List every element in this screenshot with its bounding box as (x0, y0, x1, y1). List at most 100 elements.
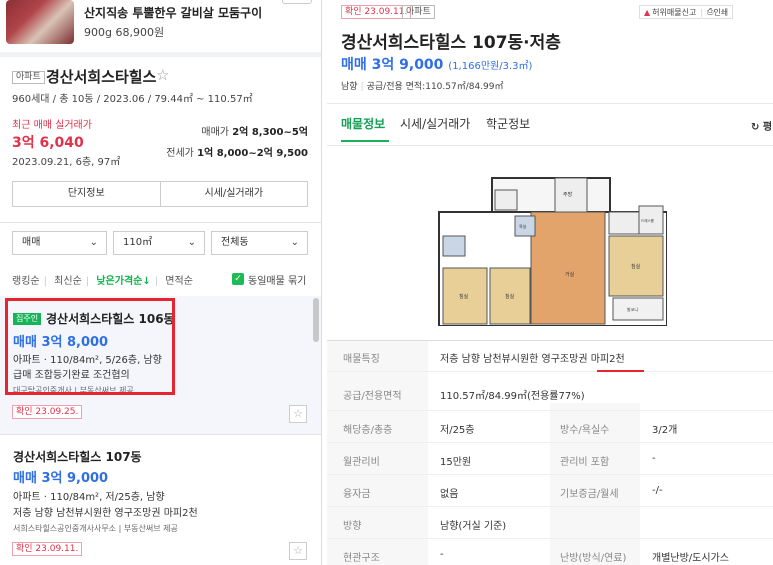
property-row: 해당층/총층 저/25층 방수/욕실수 3/2개 (327, 411, 773, 443)
area-label: 공급/전용면적 (343, 391, 402, 402)
refresh-icon: ↻ (751, 122, 763, 133)
refresh-control[interactable]: ↻ 평 (751, 118, 772, 133)
area-value: 110㎡ (123, 237, 153, 248)
apartment-tag: 아파트 (12, 71, 45, 84)
scrollbar[interactable] (313, 298, 319, 342)
ad-banner[interactable]: 산지직송 투뿔한우 갈비살 모둠구이 900g 68,900원 (0, 0, 321, 50)
area-value: 110.57㎡/84.99㎡(전용률77%) (440, 391, 585, 402)
siren-icon: ▲ (644, 7, 651, 17)
detail-meta: 남향 | 공급/전용 면적:110.57㎡/84.99㎡ (341, 82, 504, 92)
deal-label: 매매가 (201, 127, 229, 138)
print-button[interactable]: 인쇄 (713, 7, 728, 18)
property-row: 공급/전용면적 110.57㎡/84.99㎡(전용률77%) (327, 379, 773, 411)
mgmt-fee-value: 15만원 (440, 457, 472, 468)
building-value: 전체동 (221, 237, 249, 248)
area-select[interactable]: 110㎡ ⌄ (113, 231, 205, 255)
mgmt-incl-label: 관리비 포함 (560, 457, 610, 468)
property-row: 현관구조 - 난방(방식/연료) 개별난방/도시가스 (327, 539, 773, 565)
direction-value: 남향(거실 기준) (440, 521, 507, 532)
floor-value: 저/25층 (440, 425, 475, 436)
sort-ranking[interactable]: 랭킹순 (12, 276, 40, 287)
feature-label: 매물특징 (343, 354, 380, 365)
entry-label: 현관구조 (343, 553, 380, 564)
apartment-tag: 아파트 (402, 5, 435, 19)
deal-range-value: 2억 8,300~5억 (232, 127, 308, 138)
detail-title: 경산서희스타힐스 107동·저층 (341, 33, 561, 53)
report-print-bar: ▲ 허위매물신고 | ⎙ 인쇄 (639, 5, 734, 19)
trade-type-value: 매매 (22, 237, 41, 248)
ad-close-button[interactable] (282, 0, 312, 4)
room-label: 침실 (459, 293, 469, 300)
tab-price-history[interactable]: 시세/실거래가 (400, 115, 470, 132)
floor-plan-image[interactable]: 거실 침실 침실 침실 주방 욕실 드레스룸 발코니 (435, 176, 667, 326)
tab-listing-info[interactable]: 매물정보 (341, 115, 385, 132)
refresh-label: 평 (762, 122, 773, 133)
detail-panel: 확인 23.09.11. 아파트 ▲ 허위매물신고 | ⎙ 인쇄 경산서희스타힐… (327, 0, 773, 565)
detail-price-value: 매매 3억 9,000 (341, 57, 444, 73)
heating-label: 난방(방식/연료) (560, 553, 627, 564)
favorite-star-icon[interactable]: ☆ (156, 66, 169, 84)
building-select[interactable]: 전체동 ⌄ (211, 231, 308, 255)
same-listing-label[interactable]: 동일매물 묶기 (248, 272, 306, 287)
sort-latest[interactable]: 최신순 (54, 276, 82, 287)
sort-low-price[interactable]: 낮은가격순↓ (96, 276, 150, 287)
entry-value: - (440, 549, 444, 560)
favorite-star-icon[interactable]: ☆ (289, 542, 307, 560)
area-meta: 공급/전용 면적:110.57㎡/84.99㎡ (366, 82, 504, 92)
direction-label: 방향 (343, 521, 362, 532)
loan-label: 융자금 (343, 489, 371, 500)
complex-info: 960세대 / 총 10동 / 2023.06 / 79.44㎡ ~ 110.5… (12, 94, 253, 105)
property-row: 융자금 없음 기보증금/월세 -/- (327, 475, 773, 507)
heating-value: 개별난방/도시가스 (652, 553, 729, 564)
divider (0, 222, 321, 223)
section-divider (0, 52, 321, 57)
price-history-button[interactable]: 시세/실거래가 (159, 182, 308, 206)
chevron-down-icon: ⌄ (187, 237, 196, 248)
ad-title[interactable]: 산지직송 투뿔한우 갈비살 모둠구이 (84, 4, 262, 21)
chevron-down-icon: ⌄ (89, 237, 98, 248)
rooms-value: 3/2개 (652, 425, 678, 436)
highlight-underline (597, 370, 644, 372)
detail-price-per-area: (1,166만원/3.3㎡) (448, 61, 533, 72)
ad-subtitle: 900g 68,900원 (84, 26, 165, 39)
listing-spec: 아파트 · 110/84m², 저/25층, 남향 (13, 492, 165, 503)
jeonse-range-value: 1억 8,000~2억 9,500 (197, 148, 308, 159)
property-row: 방향 남향(거실 기준) (327, 507, 773, 539)
complex-name: 경산서희스타힐스 (46, 68, 157, 86)
deal-price-range: 매매가 2억 8,300~5억 (201, 123, 308, 138)
divider (0, 434, 321, 435)
listing-panel: 산지직송 투뿔한우 갈비살 모둠구이 900g 68,900원 아파트 경산서희… (0, 0, 322, 565)
recent-deal-date: 2023.09.21, 6층, 97㎡ (12, 157, 121, 168)
loan-value: 없음 (440, 489, 459, 500)
rooms-label: 방수/욕실수 (560, 425, 610, 436)
report-button[interactable]: 허위매물신고 (652, 7, 696, 18)
floor-label: 해당층/총층 (343, 425, 393, 436)
room-label: 발코니 (627, 306, 638, 312)
listing-price: 매매 3억 9,000 (13, 471, 109, 486)
jeonse-price-range: 전세가 1억 8,000~2억 9,500 (166, 144, 308, 159)
confirm-date-badge: 확인 23.09.11. (12, 542, 83, 556)
favorite-star-icon[interactable]: ☆ (289, 405, 307, 423)
deposit-value: -/- (652, 485, 663, 496)
feature-value: 저층 남향 남천뷰시원한 영구조망권 마피2천 (440, 354, 625, 365)
sort-area[interactable]: 면적순 (165, 276, 193, 287)
room-label: 주방 (563, 191, 573, 198)
recent-deal-price: 3억 6,040 (12, 135, 84, 151)
room-label: 드레스룸 (641, 218, 655, 223)
complex-buttons: 단지정보 시세/실거래가 (12, 181, 308, 207)
room-label: 욕실 (519, 223, 527, 229)
confirm-date-badge: 확인 23.09.25. (12, 405, 83, 419)
room-label: 침실 (505, 293, 515, 300)
chevron-down-icon: ⌄ (290, 237, 299, 248)
recent-deal-label: 최근 매매 실거래가 (12, 120, 92, 131)
trade-type-select[interactable]: 매매 ⌄ (12, 231, 107, 255)
mgmt-incl-value: - (652, 453, 656, 464)
complex-info-button[interactable]: 단지정보 (13, 182, 160, 206)
room-label: 침실 (631, 263, 641, 270)
listing-title[interactable]: 경산서희스타힐스 107동 (13, 448, 142, 465)
listing-agent: 서희스타힐스공인중개사사무소 | 부동산써브 제공 (13, 524, 178, 533)
same-listing-checkbox[interactable]: ✓ (232, 273, 244, 285)
divider (327, 145, 773, 146)
ad-image[interactable] (6, 0, 74, 44)
tab-school-info[interactable]: 학군정보 (486, 115, 530, 132)
